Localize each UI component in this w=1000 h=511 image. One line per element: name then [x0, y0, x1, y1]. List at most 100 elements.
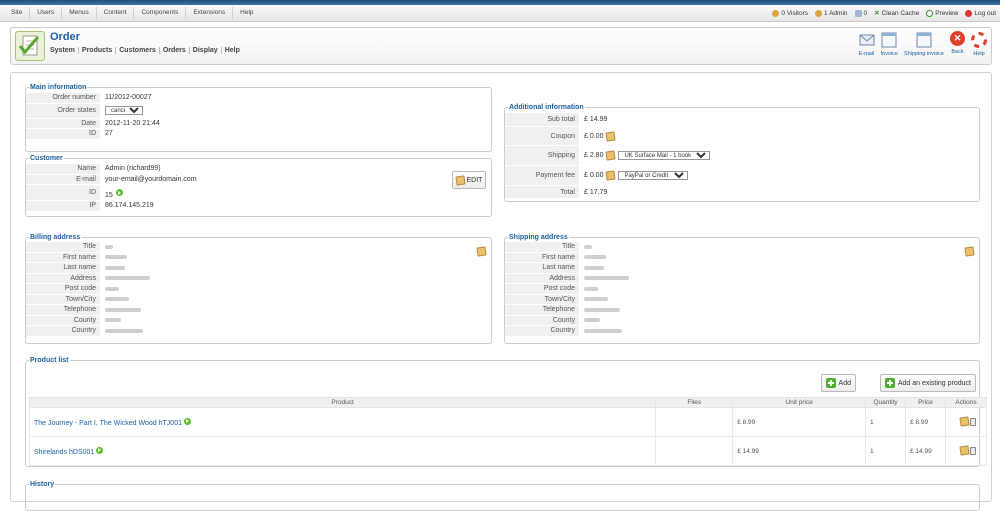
preview-link[interactable]: Preview: [926, 9, 958, 17]
subnav-help[interactable]: Help: [222, 47, 243, 54]
edit-icon[interactable]: [605, 130, 617, 142]
menu-content[interactable]: Content: [97, 7, 135, 19]
admin-icon: [815, 9, 823, 17]
go-arrow-icon[interactable]: [115, 189, 123, 196]
shipping-field-row: Address: [505, 273, 979, 284]
add-product-button[interactable]: Add: [820, 374, 856, 392]
payment-method-select[interactable]: PayPal or Credit Card: [618, 171, 689, 180]
blurred-text: [584, 297, 608, 302]
order-number-row: Order number 11/2012-00027: [26, 93, 491, 104]
name-row: Name Admin (richard99): [26, 164, 491, 175]
trash-icon[interactable]: [970, 417, 977, 426]
column-header: Price: [905, 397, 946, 408]
order-state-select[interactable]: cancelled: [105, 106, 143, 115]
trash-icon[interactable]: [970, 446, 977, 455]
blurred-text: [584, 307, 620, 312]
go-arrow-icon[interactable]: [96, 446, 104, 454]
shipping-method-select[interactable]: UK Surface Mail - 1 book: [618, 151, 711, 160]
users-icon: [772, 9, 780, 17]
shipping-field-row: Title: [505, 242, 979, 253]
menu-help[interactable]: Help: [233, 7, 260, 19]
menu-site[interactable]: Site: [4, 7, 31, 19]
subnav-customers[interactable]: Customers: [116, 47, 160, 54]
help-button[interactable]: Help: [971, 31, 987, 57]
menu-users[interactable]: Users: [30, 7, 63, 19]
section-title: Product list: [30, 357, 69, 364]
column-header: Product: [28, 397, 657, 408]
email-button[interactable]: E-mail: [859, 31, 875, 57]
table-header: Product Files Unit price Quantity Price …: [28, 397, 988, 408]
blurred-text: [105, 328, 143, 333]
shipping-amount: £ 2.80: [584, 152, 604, 159]
redacted-value: [100, 307, 141, 312]
email-row: E-mail your-email@yourdomain.com: [26, 174, 491, 185]
section-title: History: [30, 481, 55, 488]
column-header: Quantity: [865, 397, 907, 408]
subnav-display[interactable]: Display: [190, 47, 222, 54]
add-icon: [884, 378, 895, 388]
section-title: Shipping address: [509, 234, 568, 241]
redacted-value: [579, 307, 620, 312]
edit-icon[interactable]: [605, 170, 617, 181]
menu-extensions[interactable]: Extensions: [186, 7, 234, 19]
product-link[interactable]: Shirelands hDS001: [34, 449, 94, 456]
section-title: Main information: [30, 84, 87, 91]
order-id: 27: [105, 130, 113, 138]
blurred-text: [105, 276, 150, 281]
edit-icon[interactable]: [958, 444, 970, 456]
payment-fee-amount: £ 0.00: [584, 172, 604, 179]
go-arrow-icon[interactable]: [183, 417, 191, 425]
table-row: The Journey - Part I, The Wicked Wood hT…: [28, 407, 988, 437]
invoice-button[interactable]: Invoice: [881, 31, 898, 57]
edit-icon[interactable]: [958, 415, 970, 427]
clean-cache-link[interactable]: ✕ Clean Cache: [874, 9, 919, 18]
customer-email: your-email@yourdomain.com: [105, 175, 197, 183]
redacted-value: [100, 244, 113, 249]
redacted-value: [579, 276, 629, 281]
back-button[interactable]: ✕ Back: [950, 31, 965, 57]
blurred-text: [105, 307, 141, 312]
order-number: 11/2012-00027: [105, 94, 152, 102]
logout-link[interactable]: Log out: [965, 9, 996, 17]
subnav-products[interactable]: Products: [79, 47, 117, 54]
subnav-system[interactable]: System: [50, 47, 79, 54]
shipping-invoice-button[interactable]: Shipping invoice: [904, 31, 944, 57]
status-bar: 0 Visitors 1 Admin 0 ✕ Clean Cache Previe…: [772, 9, 996, 17]
edit-icon[interactable]: [476, 246, 487, 257]
invoice-icon: [881, 31, 897, 48]
id-row: ID 27: [26, 129, 491, 140]
add-existing-product-button[interactable]: Add an existing product: [879, 374, 976, 392]
blurred-text: [105, 265, 125, 270]
redacted-value: [579, 265, 604, 270]
price-cell: £ 14.99: [905, 436, 946, 466]
edit-icon[interactable]: [964, 246, 975, 257]
files-cell: [655, 407, 734, 437]
redacted-value: [579, 318, 600, 323]
magnifier-icon: [926, 9, 934, 17]
billing-field-row: Country: [26, 326, 491, 337]
customer-id-row: ID 15: [26, 185, 491, 201]
main-panel: Main information Order number 11/2012-00…: [10, 72, 992, 511]
edit-icon: [454, 174, 466, 186]
total-row: Total £ 17.79: [505, 186, 979, 199]
menu-components[interactable]: Components: [134, 7, 187, 19]
blurred-text: [105, 255, 127, 260]
subnav-orders[interactable]: Orders: [160, 47, 190, 54]
product-link[interactable]: The Journey - Part I, The Wicked Wood hT…: [34, 420, 182, 427]
customer-id: 15: [105, 192, 113, 199]
quantity-cell: 1: [865, 436, 907, 466]
billing-field-row: First name: [26, 252, 491, 263]
customer-section: Customer Name Admin (richard99) E-mail y…: [25, 155, 492, 217]
additional-information-section: Additional information Sub total £ 14.99…: [504, 104, 980, 202]
files-cell: [655, 436, 734, 466]
messages-status[interactable]: 0: [854, 9, 867, 17]
billing-field-row: Post code: [26, 284, 491, 295]
menu-menus[interactable]: Menus: [62, 7, 97, 19]
redacted-value: [100, 276, 150, 281]
back-icon: ✕: [950, 31, 965, 46]
actions-cell: [944, 407, 988, 437]
product-list-section: Product list Add Add an existing product…: [25, 357, 988, 467]
redacted-value: [100, 286, 119, 291]
edit-customer-button[interactable]: EDIT: [452, 171, 486, 189]
edit-icon[interactable]: [605, 150, 617, 161]
